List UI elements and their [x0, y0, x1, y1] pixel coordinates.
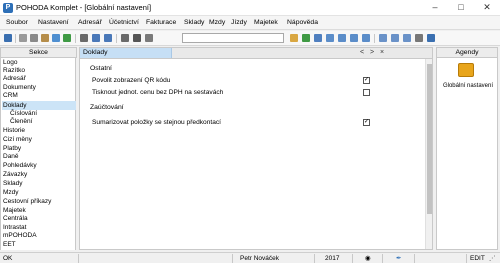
menu-adresar[interactable]: Adresář	[78, 19, 102, 27]
globe-icon: ◉	[365, 255, 371, 262]
menu-mzdy[interactable]: Mzdy	[209, 19, 225, 27]
option-label-jednot-cena: Tisknout jednot. cenu bez DPH na sestavá…	[92, 89, 224, 96]
status-text: OK	[3, 255, 13, 262]
table-icon[interactable]	[350, 34, 358, 42]
calculator-icon[interactable]	[362, 34, 370, 42]
toolbar-search-input[interactable]	[182, 33, 284, 43]
checkbox-jednot-cena[interactable]	[363, 89, 370, 96]
menu-jizdy[interactable]: Jízdy	[231, 19, 247, 27]
agendy-header: Agendy	[436, 47, 498, 58]
folder-icon[interactable]	[145, 34, 153, 42]
sidebar-item-platby[interactable]: Platby	[3, 145, 21, 153]
copy-icon[interactable]	[30, 34, 38, 42]
filter-icon[interactable]	[314, 34, 322, 42]
toolbar	[0, 31, 500, 46]
sidebar-item-razitko[interactable]: Razítko	[3, 67, 25, 75]
help-icon[interactable]	[427, 34, 435, 42]
menu-fakturace[interactable]: Fakturace	[146, 19, 176, 27]
maximize-icon[interactable]: □	[448, 0, 474, 15]
window-title: POHODA Komplet - [Globální nastavení]	[16, 3, 152, 12]
columns-icon[interactable]	[403, 34, 411, 42]
menu-soubor[interactable]: Soubor	[6, 19, 28, 27]
sidebar-item-logo[interactable]: Logo	[3, 59, 17, 67]
status-bar: OK Petr Nováček 2017 ◉ ✒ EDIT ⋰	[0, 252, 500, 263]
close-icon[interactable]: ✕	[474, 0, 500, 15]
sidebar: Logo Razítko Adresář Dokumenty CRM Dokla…	[0, 58, 76, 250]
option-label-qr-kod: Povolit zobrazení QR kódu	[92, 77, 171, 84]
menu-icon[interactable]	[4, 34, 12, 42]
status-mode: EDIT	[470, 255, 485, 262]
option-row: Tisknout jednot. cenu bez DPH na sestavá…	[86, 88, 374, 98]
sidebar-item-doklady[interactable]: Doklady	[3, 102, 26, 110]
menu-majetek[interactable]: Majetek	[254, 19, 278, 27]
settings-content: Doklady < > × Ostatní Povolit zobrazení …	[79, 47, 433, 250]
sidebar-item-eet[interactable]: EET	[3, 241, 16, 249]
sidebar-item-sklady[interactable]: Sklady	[3, 180, 23, 188]
menu-nastaveni[interactable]: Nastavení	[38, 19, 69, 27]
resize-grip-icon[interactable]: ⋰	[489, 255, 496, 263]
global-settings-icon[interactable]	[458, 63, 474, 77]
close-tab-icon[interactable]: ×	[380, 49, 384, 57]
sidebar-item-crm[interactable]: CRM	[3, 92, 18, 100]
arrow-right-icon[interactable]	[104, 34, 112, 42]
checkbox-sumarizovat[interactable]: ✓	[363, 119, 370, 126]
status-year: 2017	[325, 255, 340, 262]
scrollbar-thumb[interactable]	[427, 64, 432, 214]
menu-bar: Soubor Nastavení Adresář Účetnictví Fakt…	[0, 16, 500, 30]
paste-icon[interactable]	[41, 34, 49, 42]
tab-next-icon[interactable]: >	[370, 49, 374, 57]
sidebar-item-cislovani[interactable]: Číslování	[10, 110, 37, 118]
sidebar-header: Sekce	[0, 47, 77, 58]
sidebar-item-mpohoda[interactable]: mPOHODA	[3, 232, 37, 240]
status-user: Petr Nováček	[240, 255, 280, 262]
sidebar-item-majetek[interactable]: Majetek	[3, 207, 26, 215]
cut-icon[interactable]	[19, 34, 27, 42]
sidebar-item-centrala[interactable]: Centrála	[3, 215, 28, 223]
grid-icon[interactable]	[326, 34, 334, 42]
menu-napoveda[interactable]: Nápověda	[287, 19, 318, 27]
agendy-panel: Agendy Globální nastavení	[436, 47, 498, 250]
list-icon[interactable]	[338, 34, 346, 42]
sidebar-item-cizi-meny[interactable]: Cizí měny	[3, 136, 32, 144]
menu-sklady[interactable]: Sklady	[184, 19, 204, 27]
vertical-scrollbar[interactable]	[425, 59, 432, 249]
sidebar-item-historie[interactable]: Historie	[3, 127, 25, 135]
columns-icon[interactable]	[379, 34, 387, 42]
pen-icon: ✒	[396, 255, 402, 262]
section-title-zauctovani: Zaúčtování	[90, 104, 124, 111]
menu-ucetnictvi[interactable]: Účetnictví	[109, 19, 139, 27]
sidebar-item-cestovni-prikazy[interactable]: Cestovní příkazy	[3, 198, 51, 206]
refresh-icon[interactable]	[52, 34, 60, 42]
tab-doklady[interactable]: Doklady	[80, 48, 172, 58]
tab-prev-icon[interactable]: <	[360, 49, 364, 57]
title-bar: P POHODA Komplet - [Globální nastavení] …	[0, 0, 500, 16]
option-row: Sumarizovat položky se stejnou předkonta…	[86, 118, 374, 128]
sidebar-item-cleneni[interactable]: Členění	[10, 118, 32, 126]
sidebar-item-adresar[interactable]: Adresář	[3, 75, 26, 83]
arrow-left-icon[interactable]	[92, 34, 100, 42]
sidebar-item-intrastat[interactable]: Intrastat	[3, 224, 26, 232]
tab-bar: Doklady < > ×	[80, 48, 432, 59]
section-title-ostatni: Ostatní	[90, 65, 112, 72]
sidebar-item-zavazky[interactable]: Závazky	[3, 171, 27, 179]
sidebar-item-pohledavky[interactable]: Pohledávky	[3, 162, 37, 170]
green-leaf-icon[interactable]	[302, 34, 310, 42]
settings-icon[interactable]	[415, 34, 423, 42]
sidebar-item-dane[interactable]: Daně	[3, 153, 19, 161]
agendy-item-label[interactable]: Globální nastavení	[439, 82, 497, 90]
option-row: Povolit zobrazení QR kódu ✓	[86, 76, 374, 86]
sidebar-item-dokumenty[interactable]: Dokumenty	[3, 84, 36, 92]
pohoda-app-icon: P	[3, 3, 13, 13]
checkmark-icon[interactable]	[63, 34, 71, 42]
checkbox-qr-kod[interactable]: ✓	[363, 77, 370, 84]
option-label-sumarizovat: Sumarizovat položky se stejnou předkonta…	[92, 119, 222, 126]
folder-icon[interactable]	[290, 34, 298, 42]
minimize-icon[interactable]: –	[422, 0, 448, 15]
save-icon[interactable]	[121, 34, 129, 42]
sidebar-item-mzdy[interactable]: Mzdy	[3, 189, 19, 197]
arrow-icon[interactable]	[80, 34, 88, 42]
columns-icon[interactable]	[391, 34, 399, 42]
print-icon[interactable]	[133, 34, 141, 42]
